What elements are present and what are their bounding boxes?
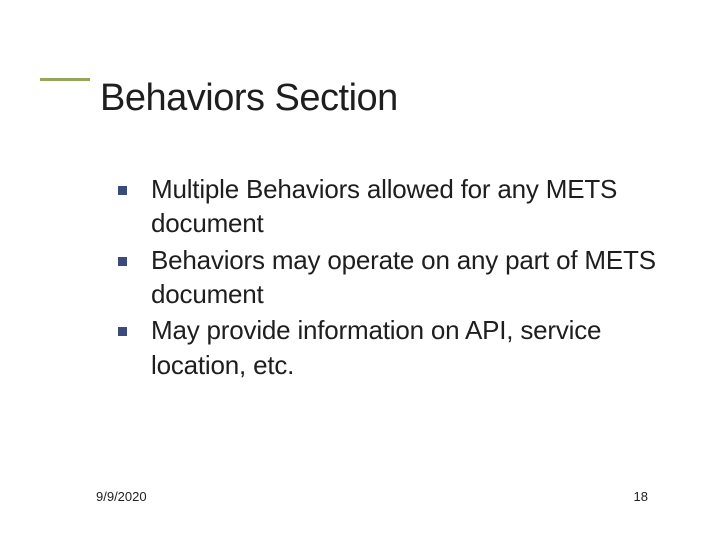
square-bullet-icon (118, 186, 127, 195)
bullet-list: Multiple Behaviors allowed for any METS … (118, 172, 672, 384)
slide: Behaviors Section Multiple Behaviors all… (0, 0, 720, 540)
list-item: Multiple Behaviors allowed for any METS … (118, 172, 672, 241)
list-item-text: Multiple Behaviors allowed for any METS … (151, 172, 672, 241)
footer-date: 9/9/2020 (96, 489, 147, 504)
list-item: May provide information on API, service … (118, 313, 672, 382)
title-block: Behaviors Section (40, 78, 398, 120)
list-item: Behaviors may operate on any part of MET… (118, 243, 672, 312)
square-bullet-icon (118, 257, 127, 266)
footer-page-number: 18 (634, 489, 648, 504)
list-item-text: May provide information on API, service … (151, 313, 672, 382)
square-bullet-icon (118, 327, 127, 336)
list-item-text: Behaviors may operate on any part of MET… (151, 243, 672, 312)
slide-title: Behaviors Section (40, 77, 398, 120)
